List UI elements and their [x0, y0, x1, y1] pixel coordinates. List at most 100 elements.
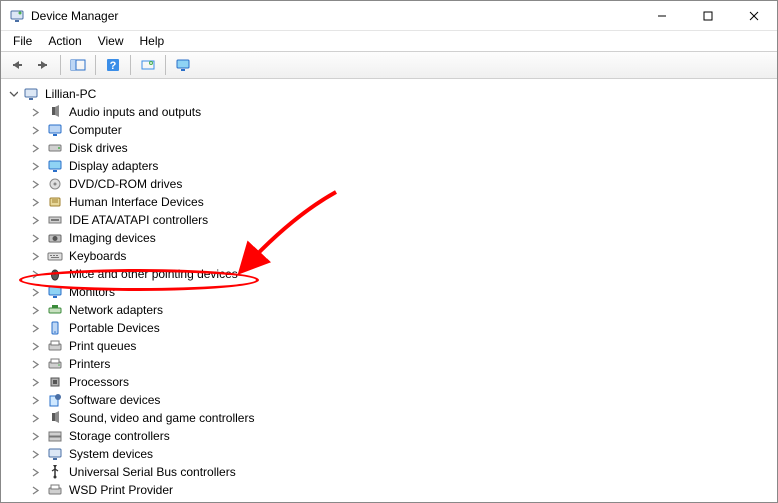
tree-node[interactable]: Audio inputs and outputs	[3, 103, 777, 121]
tree-node[interactable]: Universal Serial Bus controllers	[3, 463, 777, 481]
help-button[interactable]: ?	[101, 54, 125, 76]
expand-icon[interactable]	[31, 486, 43, 495]
minimize-button[interactable]	[639, 1, 685, 31]
software-icon	[47, 392, 63, 408]
expand-icon[interactable]	[31, 288, 43, 297]
titlebar: Device Manager	[1, 1, 777, 31]
computer-icon	[47, 122, 63, 138]
tree-node-label: Printers	[67, 356, 112, 372]
expand-icon[interactable]	[31, 162, 43, 171]
collapse-icon[interactable]	[9, 90, 21, 99]
toolbar-separator	[95, 55, 96, 75]
close-button[interactable]	[731, 1, 777, 31]
tree-node[interactable]: Network adapters	[3, 301, 777, 319]
tree-node-label: Monitors	[67, 284, 117, 300]
expand-icon[interactable]	[31, 126, 43, 135]
keyboard-icon	[47, 248, 63, 264]
tree-node[interactable]: IDE ATA/ATAPI controllers	[3, 211, 777, 229]
maximize-button[interactable]	[685, 1, 731, 31]
expand-icon[interactable]	[31, 234, 43, 243]
expand-icon[interactable]	[31, 414, 43, 423]
expand-icon[interactable]	[31, 144, 43, 153]
tree-node-label: Print queues	[67, 338, 138, 354]
tree-node-label: Keyboards	[67, 248, 128, 264]
expand-icon[interactable]	[31, 216, 43, 225]
tree-node[interactable]: Human Interface Devices	[3, 193, 777, 211]
expand-icon[interactable]	[31, 252, 43, 261]
tree-node-label: Processors	[67, 374, 131, 390]
expand-icon[interactable]	[31, 360, 43, 369]
window-title: Device Manager	[31, 9, 639, 23]
tree-node-label: Universal Serial Bus controllers	[67, 464, 238, 480]
tree-node-label: Storage controllers	[67, 428, 172, 444]
tree-node[interactable]: Display adapters	[3, 157, 777, 175]
menu-action[interactable]: Action	[40, 32, 89, 50]
show-hide-tree-button[interactable]	[66, 54, 90, 76]
sound-icon	[47, 410, 63, 426]
expand-icon[interactable]	[31, 468, 43, 477]
expand-icon[interactable]	[31, 396, 43, 405]
expand-icon[interactable]	[31, 198, 43, 207]
expand-icon[interactable]	[31, 342, 43, 351]
tree-node-label: Computer	[67, 122, 124, 138]
hid-icon	[47, 194, 63, 210]
network-icon	[47, 302, 63, 318]
tree-node[interactable]: Imaging devices	[3, 229, 777, 247]
menubar: File Action View Help	[1, 31, 777, 51]
usb-icon	[47, 464, 63, 480]
tree-node-label: IDE ATA/ATAPI controllers	[67, 212, 210, 228]
tree-node[interactable]: Processors	[3, 373, 777, 391]
storage-icon	[47, 428, 63, 444]
computer-icon	[23, 86, 39, 102]
optical-icon	[47, 176, 63, 192]
portable-icon	[47, 320, 63, 336]
tree-node-label: Human Interface Devices	[67, 194, 206, 210]
printer-icon	[47, 356, 63, 372]
tree-node-label: Imaging devices	[67, 230, 158, 246]
tree-root-label: Lillian-PC	[43, 86, 98, 102]
disk-icon	[47, 140, 63, 156]
tree-node[interactable]: WSD Print Provider	[3, 481, 777, 499]
forward-button[interactable]	[31, 54, 55, 76]
tree-node-label: Display adapters	[67, 158, 160, 174]
device-tree[interactable]: Lillian-PC Audio inputs and outputs Compu…	[1, 79, 777, 502]
expand-icon[interactable]	[31, 378, 43, 387]
back-button[interactable]	[5, 54, 29, 76]
scan-hardware-button[interactable]	[136, 54, 160, 76]
expand-icon[interactable]	[31, 108, 43, 117]
tree-node[interactable]: System devices	[3, 445, 777, 463]
expand-icon[interactable]	[31, 306, 43, 315]
tree-node[interactable]: Printers	[3, 355, 777, 373]
tree-node[interactable]: Portable Devices	[3, 319, 777, 337]
tree-node[interactable]: Print queues	[3, 337, 777, 355]
menu-view[interactable]: View	[90, 32, 132, 50]
tree-node-label: Audio inputs and outputs	[67, 104, 203, 120]
expand-icon[interactable]	[31, 432, 43, 441]
tree-root[interactable]: Lillian-PC	[3, 85, 777, 103]
expand-icon[interactable]	[31, 270, 43, 279]
toolbar-separator	[60, 55, 61, 75]
expand-icon[interactable]	[31, 180, 43, 189]
tree-node[interactable]: DVD/CD-ROM drives	[3, 175, 777, 193]
monitor-icon	[47, 284, 63, 300]
toolbar-separator	[130, 55, 131, 75]
tree-node[interactable]: Sound, video and game controllers	[3, 409, 777, 427]
tree-node[interactable]: Disk drives	[3, 139, 777, 157]
menu-help[interactable]: Help	[132, 32, 173, 50]
monitor-button[interactable]	[171, 54, 195, 76]
tree-node[interactable]: Computer	[3, 121, 777, 139]
system-icon	[47, 446, 63, 462]
tree-node-label: System devices	[67, 446, 155, 462]
expand-icon[interactable]	[31, 324, 43, 333]
menu-file[interactable]: File	[5, 32, 40, 50]
expand-icon[interactable]	[31, 450, 43, 459]
tree-node[interactable]: Mice and other pointing devices	[3, 265, 777, 283]
tree-node-label: Sound, video and game controllers	[67, 410, 256, 426]
tree-node[interactable]: Monitors	[3, 283, 777, 301]
tree-node[interactable]: Storage controllers	[3, 427, 777, 445]
tree-node-label: DVD/CD-ROM drives	[67, 176, 184, 192]
tree-node[interactable]: Software devices	[3, 391, 777, 409]
display-icon	[47, 158, 63, 174]
tree-node[interactable]: Keyboards	[3, 247, 777, 265]
window-controls	[639, 1, 777, 31]
